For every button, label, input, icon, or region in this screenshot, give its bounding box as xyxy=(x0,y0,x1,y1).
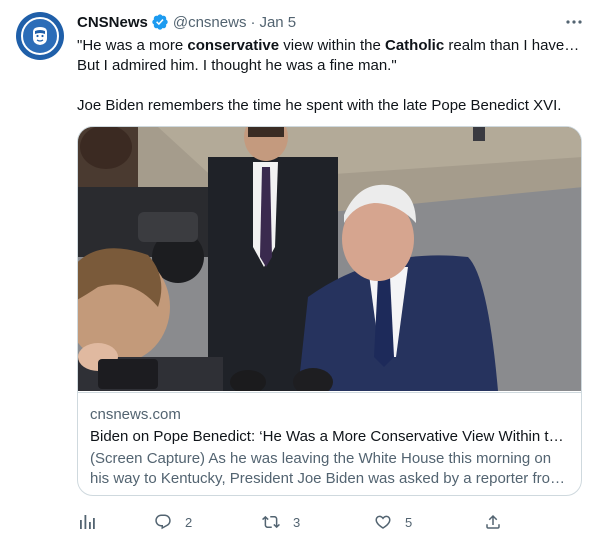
display-name[interactable]: CNSNews xyxy=(77,14,148,31)
share-icon xyxy=(483,512,503,532)
card-meta[interactable]: cnsnews.com Biden on Pope Benedict: ‘He … xyxy=(78,392,581,489)
tweet-text: "He was a more conservative view within … xyxy=(77,36,582,116)
tweet[interactable]: CNSNews @cnsnews · Jan 5 "He was a more … xyxy=(0,0,598,544)
separator-dot: · xyxy=(250,13,256,31)
handle[interactable]: @cnsnews xyxy=(173,14,247,31)
verified-badge-icon xyxy=(151,13,169,31)
retweet-count: 3 xyxy=(293,514,301,530)
analytics-button[interactable] xyxy=(77,508,97,536)
like-count: 5 xyxy=(405,514,413,530)
cnsnews-logo xyxy=(21,17,59,55)
action-bar: 2 3 5 xyxy=(77,508,507,536)
reply-count: 2 xyxy=(185,514,193,530)
card-image[interactable] xyxy=(78,127,581,397)
reply-button[interactable]: 2 xyxy=(153,508,192,536)
highlight-conservative: conservative xyxy=(187,37,280,54)
like-button[interactable]: 5 xyxy=(373,508,412,536)
tweet-summary: Joe Biden remembers the time he spent wi… xyxy=(77,97,562,114)
like-icon xyxy=(373,512,393,532)
highlight-catholic: Catholic xyxy=(385,37,445,54)
card-title[interactable]: Biden on Pope Benedict: ‘He Was a More C… xyxy=(90,427,569,447)
card-domain: cnsnews.com xyxy=(90,406,181,423)
analytics-icon xyxy=(77,512,97,532)
reply-icon xyxy=(153,512,173,532)
card-description-line-1: (Screen Capture) As he was leaving the W… xyxy=(90,450,552,467)
tweet-header: CNSNews @cnsnews · Jan 5 xyxy=(77,12,296,32)
card-description: (Screen Capture) As he was leaving the W… xyxy=(90,449,569,489)
retweet-icon xyxy=(261,512,281,532)
share-button[interactable] xyxy=(483,508,503,536)
avatar[interactable] xyxy=(16,12,64,60)
more-icon[interactable] xyxy=(564,12,584,32)
link-card[interactable]: cnsnews.com Biden on Pope Benedict: ‘He … xyxy=(77,126,582,496)
tweet-date[interactable]: Jan 5 xyxy=(259,14,296,31)
card-description-line-2: his way to Kentucky, President Joe Biden… xyxy=(90,470,565,487)
tweet-quote-line-2: But I admired him. I thought he was a fi… xyxy=(77,57,397,74)
tweet-quote-line-1: "He was a more conservative view within … xyxy=(77,37,580,54)
retweet-button[interactable]: 3 xyxy=(261,508,300,536)
